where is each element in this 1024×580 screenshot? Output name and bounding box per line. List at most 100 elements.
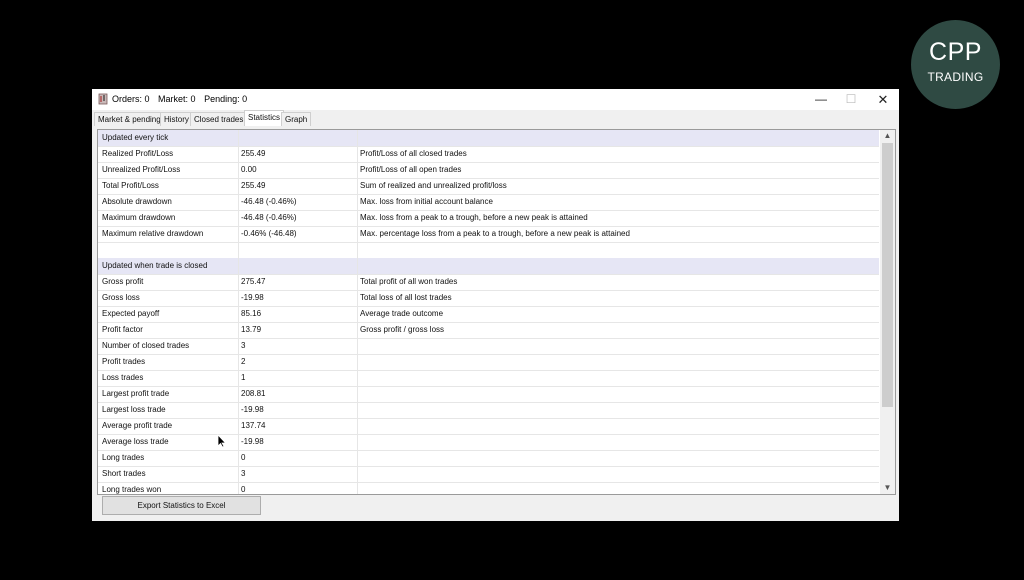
table-row: Largest loss trade -19.98	[98, 402, 879, 419]
minimize-button[interactable]: —	[806, 91, 836, 108]
table-row: Maximum drawdown -46.48 (-0.46%) Max. loss…	[98, 210, 879, 227]
table-row: Maximum relative drawdown -0.46% (-46.48)…	[98, 226, 879, 243]
stat-value: 0	[241, 453, 246, 462]
table-row: Expected payoff 85.16 Average trade outcom…	[98, 306, 879, 323]
section-label: Updated when trade is closed	[102, 261, 208, 270]
scroll-up-arrow-icon[interactable]: ▲	[880, 130, 895, 142]
stat-description: Max. loss from initial account balance	[360, 197, 493, 206]
stat-value: -46.48 (-0.46%)	[241, 213, 297, 222]
stat-label: Gross loss	[102, 293, 140, 302]
section-header-row: Updated every tick	[98, 130, 879, 147]
stat-description	[360, 386, 870, 402]
stat-description	[360, 402, 870, 418]
stat-description	[360, 450, 870, 466]
stat-value: 208.81	[241, 389, 266, 398]
stat-description: Total profit of all won trades	[360, 277, 458, 286]
title-text: Orders: 0 Market: 0 Pending: 0	[112, 94, 253, 104]
column-divider	[238, 130, 239, 494]
scroll-down-arrow-icon[interactable]: ▼	[880, 482, 895, 494]
pending-count: Pending: 0	[204, 94, 248, 104]
stat-value: 255.49	[241, 181, 266, 190]
section-header-row: Updated when trade is closed	[98, 258, 879, 275]
stat-description: Profit/Loss of all closed trades	[360, 149, 467, 158]
stat-description: Total loss of all lost trades	[360, 293, 452, 302]
table-row: Gross profit 275.47 Total profit of all wo…	[98, 274, 879, 291]
stat-description	[360, 434, 870, 450]
stat-label: Average profit trade	[102, 421, 173, 430]
stat-label: Maximum drawdown	[102, 213, 176, 222]
stat-description	[360, 370, 870, 386]
column-divider	[357, 130, 358, 494]
stat-value: -19.98	[241, 437, 264, 446]
stat-label: Realized Profit/Loss	[102, 149, 174, 158]
stat-description: Max. percentage loss from a peak to a tr…	[360, 229, 630, 238]
statistics-window: Orders: 0 Market: 0 Pending: 0 — ☐ ✕ Mar…	[92, 89, 899, 521]
table-row: Absolute drawdown -46.48 (-0.46%) Max. los…	[98, 194, 879, 211]
stat-label: Profit factor	[102, 325, 143, 334]
table-row: Average profit trade 137.74	[98, 418, 879, 435]
export-statistics-button[interactable]: Export Statistics to Excel	[102, 496, 261, 515]
stat-value: -0.46% (-46.48)	[241, 229, 297, 238]
tab-statistics[interactable]: Statistics	[244, 110, 285, 126]
vertical-scrollbar[interactable]: ▲ ▼	[880, 130, 895, 494]
app-icon	[98, 93, 108, 105]
stat-value: 2	[241, 357, 246, 366]
stat-label: Long trades won	[102, 485, 162, 494]
stat-value: 3	[241, 469, 246, 478]
mouse-cursor-icon	[217, 434, 227, 448]
table-row: Realized Profit/Loss 255.49 Profit/Loss of…	[98, 146, 879, 163]
stat-description: Profit/Loss of all open trades	[360, 165, 462, 174]
table-row: Long trades won 0	[98, 482, 879, 494]
table-row	[98, 242, 879, 259]
stat-value: 13.79	[241, 325, 262, 334]
stat-value: 255.49	[241, 149, 266, 158]
tab-history[interactable]: History	[160, 112, 193, 126]
stat-label: Profit trades	[102, 357, 146, 366]
stat-label: Largest loss trade	[102, 405, 166, 414]
table-row: Loss trades 1	[98, 370, 879, 387]
orders-count: Orders: 0	[112, 94, 150, 104]
stat-description: Gross profit / gross loss	[360, 325, 445, 334]
scrollbar-thumb[interactable]	[882, 143, 893, 407]
table-row: Total Profit/Loss 255.49 Sum of realized a…	[98, 178, 879, 195]
stat-label: Average loss trade	[102, 437, 169, 446]
table-row: Largest profit trade 208.81	[98, 386, 879, 403]
table-row: Gross loss -19.98 Total loss of all lost t…	[98, 290, 879, 307]
maximize-button[interactable]: ☐	[836, 91, 866, 108]
stat-value: 3	[241, 341, 246, 350]
tab-graph[interactable]: Graph	[281, 112, 312, 126]
table-row: Number of closed trades 3	[98, 338, 879, 355]
stat-description: Max. loss from a peak to a trough, befor…	[360, 213, 588, 222]
stat-description: Average trade outcome	[360, 309, 444, 318]
stat-description	[360, 338, 870, 354]
section-label: Updated every tick	[102, 133, 169, 142]
stat-description	[360, 418, 870, 434]
table-row: Short trades 3	[98, 466, 879, 483]
stat-label: Short trades	[102, 469, 146, 478]
stat-value: -19.98	[241, 293, 264, 302]
stat-value: 1	[241, 373, 246, 382]
stat-value: -46.48 (-0.46%)	[241, 197, 297, 206]
table-row: Average loss trade -19.98	[98, 434, 879, 451]
stat-value: 137.74	[241, 421, 266, 430]
stat-value: 0	[241, 485, 246, 494]
stat-label: Long trades	[102, 453, 145, 462]
stat-label: Maximum relative drawdown	[102, 229, 204, 238]
stat-value: 275.47	[241, 277, 266, 286]
title-bar: Orders: 0 Market: 0 Pending: 0 — ☐ ✕	[92, 89, 899, 110]
stat-label: Gross profit	[102, 277, 144, 286]
stat-description	[360, 466, 870, 482]
table-row: Profit factor 13.79 Gross profit / gross l…	[98, 322, 879, 339]
tab-closed-trades[interactable]: Closed trades	[190, 112, 248, 126]
tab-market-pending[interactable]: Market & pending	[94, 112, 165, 126]
stat-description	[360, 482, 870, 494]
stat-description	[360, 242, 870, 258]
table-row: Long trades 0	[98, 450, 879, 467]
stat-label: Absolute drawdown	[102, 197, 172, 206]
close-button[interactable]: ✕	[868, 91, 898, 108]
stat-value: 0.00	[241, 165, 257, 174]
logo-line2: TRADING	[927, 70, 984, 84]
stat-label: Largest profit trade	[102, 389, 170, 398]
table-row: Unrealized Profit/Loss 0.00 Profit/Loss of…	[98, 162, 879, 179]
stat-value: 85.16	[241, 309, 262, 318]
